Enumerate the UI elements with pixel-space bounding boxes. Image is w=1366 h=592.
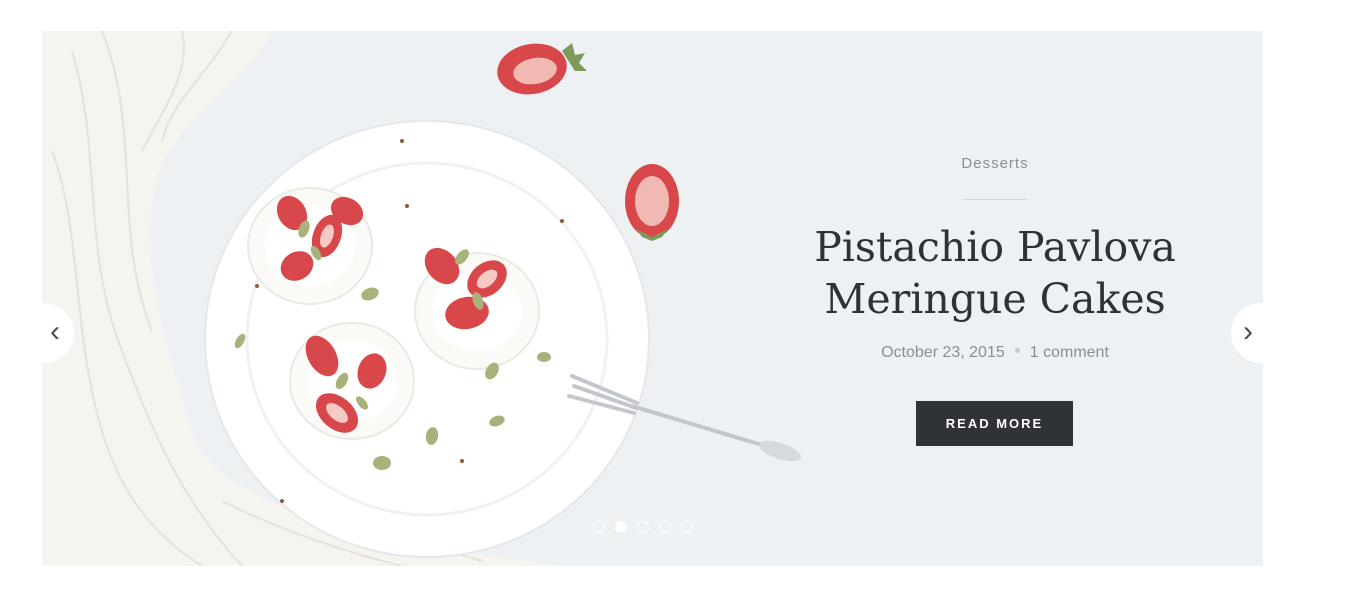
post-title-line-2: Meringue Cakes (824, 275, 1166, 323)
read-more-button[interactable]: READ MORE (916, 401, 1073, 446)
pagination-dot[interactable] (659, 521, 671, 533)
meta-separator-icon (1014, 348, 1020, 354)
chevron-left-icon: ‹ (50, 315, 60, 348)
pagination-dot[interactable] (681, 521, 693, 533)
post-comments-link[interactable]: 1 comment (1030, 344, 1109, 361)
pagination-dot[interactable] (637, 521, 649, 533)
post-date[interactable]: October 23, 2015 (881, 344, 1005, 361)
post-category[interactable]: Desserts (775, 155, 1215, 172)
category-divider (963, 199, 1027, 200)
pagination-dot[interactable] (615, 521, 627, 533)
slider-pagination (593, 521, 693, 537)
post-meta: October 23, 2015 1 comment (775, 344, 1215, 362)
slide-caption: Desserts Pistachio Pavlova Meringue Cake… (775, 31, 1215, 566)
post-title-line-1: Pistachio Pavlova (814, 223, 1176, 271)
slider-next-button[interactable]: › (1231, 303, 1263, 363)
slide-image (42, 31, 822, 566)
pagination-dot[interactable] (593, 521, 605, 533)
hero-slider: Desserts Pistachio Pavlova Meringue Cake… (42, 31, 1263, 566)
post-title[interactable]: Pistachio Pavlova Meringue Cakes (775, 221, 1215, 325)
chevron-right-icon: › (1243, 315, 1253, 348)
